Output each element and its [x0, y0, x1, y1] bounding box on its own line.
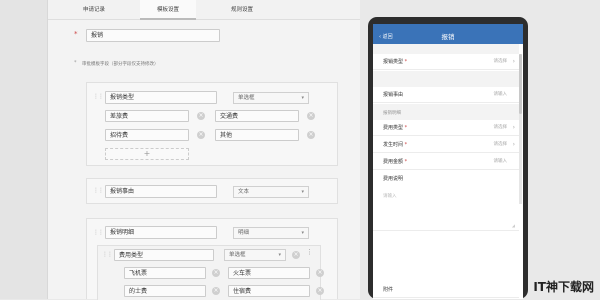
phone-scrollbar[interactable]	[519, 54, 522, 204]
phone-row-amount[interactable]: 费用金额 * 请输入	[373, 154, 519, 170]
remove-option-icon[interactable]: ×	[197, 112, 205, 120]
remove-option-icon[interactable]: ×	[197, 131, 205, 139]
field-card-expense-reason[interactable]: ⋮⋮ 报销事由 文本 ▾	[86, 178, 338, 204]
option-input[interactable]: 交通费	[215, 110, 299, 122]
option-input[interactable]: 其他	[215, 129, 299, 141]
remove-field-icon[interactable]: ×	[292, 251, 300, 259]
row-placeholder: 请选择	[493, 142, 508, 147]
sub-field-card[interactable]: ⋮⋮ 费用类型 单选框 ▾ × ⋮ 飞机票 × 火车票 × 的士费 × 住宿费 …	[97, 245, 324, 300]
spacer	[373, 232, 519, 282]
chevron-right-icon: ›	[512, 124, 515, 131]
field-type-select[interactable]: 单选框 ▾	[233, 92, 309, 104]
field-type-value: 文本	[238, 189, 250, 195]
phone-row-expense-type[interactable]: 报销类型 * 请选择 ›	[373, 54, 519, 70]
field-type-select[interactable]: 明细 ▾	[233, 227, 309, 239]
field-name-input[interactable]: 报销事由	[105, 185, 217, 198]
option-input[interactable]: 的士费	[124, 285, 206, 297]
page: 申请记录 模板设置 规则设置 * 报销 * 审批模板字段（部分字段仅支持修改） …	[0, 0, 600, 300]
phone-row-cost-type[interactable]: 费用类型 * 请选择 ›	[373, 120, 519, 136]
field-card-expense-type[interactable]: ⋮⋮ 报销类型 单选框 ▾ 差旅费 × 交通费 × 招待费 × 其他 × +	[86, 82, 338, 166]
left-sidebar	[0, 0, 48, 299]
chevron-right-icon: ›	[512, 141, 515, 148]
drag-handle-icon[interactable]: ⋮⋮	[93, 93, 104, 100]
phone-row-description[interactable]: 费用说明 请输入 ◢	[373, 171, 519, 231]
row-label: 发生时间 *	[383, 142, 408, 148]
phone-nav-bar: ‹ 返回 报销	[373, 30, 523, 44]
description-placeholder: 请输入	[383, 194, 397, 199]
remove-option-icon[interactable]: ×	[307, 131, 315, 139]
row-label: 费用说明	[383, 176, 404, 182]
sub-field-type-select[interactable]: 单选框 ▾	[224, 249, 286, 261]
row-label: 报销事由	[383, 92, 404, 98]
remove-option-icon[interactable]: ×	[307, 112, 315, 120]
row-label: 附件	[383, 287, 394, 293]
row-placeholder: 请选择	[493, 59, 508, 64]
field-name-input[interactable]: 报销类型	[105, 91, 217, 104]
remove-option-icon[interactable]: ×	[316, 269, 324, 277]
phone-preview-screen: ‹ 返回 报销 报销类型 * 请选择 › 报销事由 请输入 报销明细 费用类型 …	[373, 24, 523, 299]
chevron-down-icon: ▾	[301, 95, 304, 101]
row-placeholder: 请输入	[493, 92, 508, 97]
remove-option-icon[interactable]: ×	[212, 269, 220, 277]
phone-row-expense-reason[interactable]: 报销事由 请输入	[373, 87, 519, 103]
remove-option-icon[interactable]: ×	[212, 287, 220, 295]
template-editor: * 报销 * 审批模板字段（部分字段仅支持修改） ⋮⋮ 报销类型 单选框 ▾ 差…	[48, 20, 360, 300]
option-input[interactable]: 火车票	[228, 267, 310, 279]
field-type-select[interactable]: 文本 ▾	[233, 186, 309, 198]
scrollbar-thumb[interactable]	[519, 54, 522, 114]
row-label: 费用金额 *	[383, 159, 408, 165]
chevron-right-icon: ›	[512, 58, 515, 65]
spacer	[373, 71, 519, 87]
section-spacer: 报销明细	[373, 104, 519, 120]
watermark-logo: IT神下载网	[533, 280, 594, 294]
spacer	[373, 44, 519, 54]
chevron-down-icon: ▾	[301, 189, 304, 195]
remove-option-icon[interactable]: ×	[316, 287, 324, 295]
field-type-value: 单选框	[238, 95, 255, 101]
resize-handle-icon: ◢	[511, 223, 515, 228]
drag-handle-icon[interactable]: ⋮⋮	[93, 229, 104, 236]
field-type-value: 明细	[238, 230, 250, 236]
phone-row-occur-time[interactable]: 发生时间 * 请选择 ›	[373, 137, 519, 153]
more-options-icon[interactable]: ⋮	[306, 248, 313, 256]
chevron-down-icon: ▾	[301, 230, 304, 236]
option-input[interactable]: 招待费	[105, 129, 189, 141]
sub-field-name-input[interactable]: 费用类型	[114, 249, 214, 261]
tab-template-settings[interactable]: 模板设置	[140, 0, 196, 20]
option-input[interactable]: 差旅费	[105, 110, 189, 122]
tab-rule-settings[interactable]: 规则设置	[214, 0, 270, 20]
sub-field-type-value: 单选框	[229, 252, 246, 258]
field-card-expense-details[interactable]: ⋮⋮ 报销明细 明细 ▾ ⋮⋮ 费用类型 单选框 ▾ × ⋮ 飞机票 × 火车票…	[86, 218, 338, 300]
template-name-input[interactable]: 报销	[86, 29, 220, 42]
fields-hint: 审批模板字段（部分字段仅支持修改）	[82, 62, 159, 67]
row-placeholder: 请选择	[493, 125, 508, 130]
drag-handle-icon[interactable]: ⋮⋮	[102, 251, 113, 258]
option-input[interactable]: 住宿费	[228, 285, 310, 297]
phone-row-attachment[interactable]: 附件	[373, 282, 519, 298]
tab-apply-records[interactable]: 申请记录	[66, 0, 122, 20]
row-placeholder: 请输入	[493, 159, 508, 164]
option-input[interactable]: 飞机票	[124, 267, 206, 279]
phone-title: 报销	[441, 33, 455, 41]
row-label: 报销类型 *	[383, 59, 408, 65]
required-star: *	[74, 30, 78, 38]
tab-bar: 申请记录 模板设置 规则设置	[48, 0, 360, 20]
drag-handle-icon[interactable]: ⋮⋮	[93, 187, 104, 194]
chevron-down-icon: ▾	[278, 252, 281, 258]
field-name-input[interactable]: 报销明细	[105, 226, 217, 239]
bullet: *	[74, 60, 77, 66]
section-title: 报销明细	[383, 111, 401, 116]
row-label: 费用类型 *	[383, 125, 408, 131]
add-option-button[interactable]: +	[105, 148, 189, 160]
